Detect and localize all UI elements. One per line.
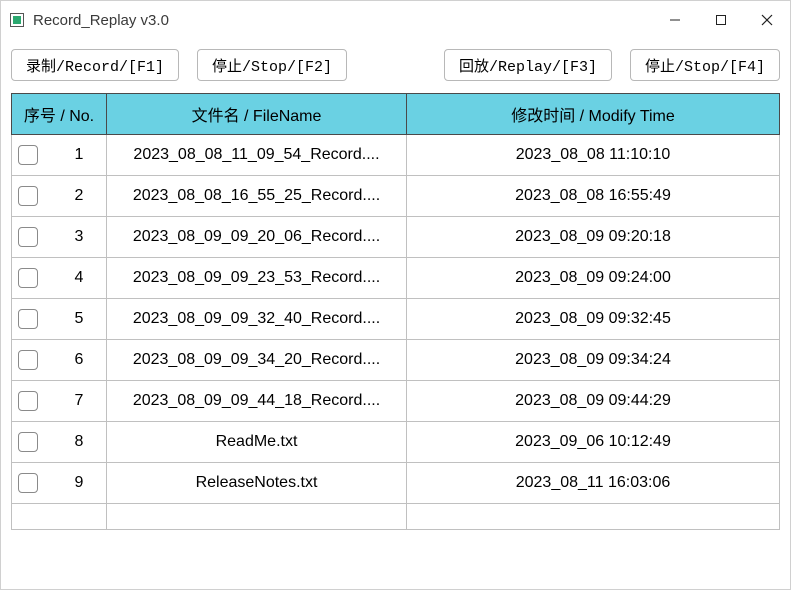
cell-no: 2	[12, 176, 107, 217]
row-number: 6	[58, 351, 100, 369]
file-table: 序号 / No. 文件名 / FileName 修改时间 / Modify Ti…	[11, 93, 780, 530]
cell-no: 6	[12, 340, 107, 381]
cell-filename: 2023_08_09_09_44_18_Record....	[107, 381, 407, 422]
titlebar: Record_Replay v3.0	[1, 1, 790, 39]
file-table-wrap: 序号 / No. 文件名 / FileName 修改时间 / Modify Ti…	[1, 89, 790, 540]
row-checkbox[interactable]	[18, 391, 38, 411]
cell-modify-time: 2023_08_09 09:20:18	[407, 217, 780, 258]
row-number: 9	[58, 474, 100, 492]
cell-filename: 2023_08_08_11_09_54_Record....	[107, 135, 407, 176]
replay-button[interactable]: 回放/Replay/[F3]	[444, 49, 612, 81]
table-row-empty	[12, 504, 780, 530]
cell-no: 1	[12, 135, 107, 176]
minimize-button[interactable]	[652, 1, 698, 39]
table-row[interactable]: 8 ReadMe.txt2023_09_06 10:12:49	[12, 422, 780, 463]
cell-modify-time: 2023_08_08 11:10:10	[407, 135, 780, 176]
row-checkbox[interactable]	[18, 350, 38, 370]
cell-modify-time: 2023_08_09 09:24:00	[407, 258, 780, 299]
table-row[interactable]: 2 2023_08_08_16_55_25_Record....2023_08_0…	[12, 176, 780, 217]
table-row[interactable]: 1 2023_08_08_11_09_54_Record....2023_08_0…	[12, 135, 780, 176]
row-number: 8	[58, 433, 100, 451]
stop-replay-button[interactable]: 停止/Stop/[F4]	[630, 49, 780, 81]
row-checkbox[interactable]	[18, 473, 38, 493]
window-title: Record_Replay v3.0	[33, 12, 652, 29]
row-checkbox[interactable]	[18, 145, 38, 165]
cell-filename: 2023_08_09_09_20_06_Record....	[107, 217, 407, 258]
toolbar: 录制/Record/[F1] 停止/Stop/[F2] 回放/Replay/[F…	[1, 39, 790, 89]
table-row[interactable]: 9 ReleaseNotes.txt2023_08_11 16:03:06	[12, 463, 780, 504]
cell-filename: 2023_08_09_09_34_20_Record....	[107, 340, 407, 381]
maximize-button[interactable]	[698, 1, 744, 39]
cell-filename: 2023_08_08_16_55_25_Record....	[107, 176, 407, 217]
cell-modify-time: 2023_09_06 10:12:49	[407, 422, 780, 463]
table-header-row: 序号 / No. 文件名 / FileName 修改时间 / Modify Ti…	[12, 94, 780, 135]
row-number: 5	[58, 310, 100, 328]
app-icon	[9, 12, 25, 28]
row-number: 3	[58, 228, 100, 246]
cell-modify-time: 2023_08_11 16:03:06	[407, 463, 780, 504]
cell-filename: 2023_08_09_09_23_53_Record....	[107, 258, 407, 299]
record-button[interactable]: 录制/Record/[F1]	[11, 49, 179, 81]
header-no[interactable]: 序号 / No.	[12, 94, 107, 135]
cell-no: 9	[12, 463, 107, 504]
cell-no: 5	[12, 299, 107, 340]
cell-modify-time: 2023_08_08 16:55:49	[407, 176, 780, 217]
row-number: 1	[58, 146, 100, 164]
cell-filename: 2023_08_09_09_32_40_Record....	[107, 299, 407, 340]
header-time[interactable]: 修改时间 / Modify Time	[407, 94, 780, 135]
row-checkbox[interactable]	[18, 432, 38, 452]
row-number: 7	[58, 392, 100, 410]
row-checkbox[interactable]	[18, 186, 38, 206]
table-row[interactable]: 6 2023_08_09_09_34_20_Record....2023_08_0…	[12, 340, 780, 381]
row-number: 4	[58, 269, 100, 287]
toolbar-group-left: 录制/Record/[F1] 停止/Stop/[F2]	[11, 49, 347, 81]
table-row[interactable]: 7 2023_08_09_09_44_18_Record....2023_08_0…	[12, 381, 780, 422]
toolbar-group-right: 回放/Replay/[F3] 停止/Stop/[F4]	[444, 49, 780, 81]
stop-record-button[interactable]: 停止/Stop/[F2]	[197, 49, 347, 81]
cell-modify-time: 2023_08_09 09:34:24	[407, 340, 780, 381]
cell-modify-time: 2023_08_09 09:32:45	[407, 299, 780, 340]
cell-no: 8	[12, 422, 107, 463]
close-button[interactable]	[744, 1, 790, 39]
cell-filename: ReleaseNotes.txt	[107, 463, 407, 504]
table-row[interactable]: 3 2023_08_09_09_20_06_Record....2023_08_0…	[12, 217, 780, 258]
header-file[interactable]: 文件名 / FileName	[107, 94, 407, 135]
row-number: 2	[58, 187, 100, 205]
cell-no: 7	[12, 381, 107, 422]
cell-modify-time: 2023_08_09 09:44:29	[407, 381, 780, 422]
table-row[interactable]: 5 2023_08_09_09_32_40_Record....2023_08_0…	[12, 299, 780, 340]
row-checkbox[interactable]	[18, 309, 38, 329]
cell-no: 3	[12, 217, 107, 258]
cell-filename: ReadMe.txt	[107, 422, 407, 463]
cell-no: 4	[12, 258, 107, 299]
row-checkbox[interactable]	[18, 268, 38, 288]
table-row[interactable]: 4 2023_08_09_09_23_53_Record....2023_08_0…	[12, 258, 780, 299]
row-checkbox[interactable]	[18, 227, 38, 247]
